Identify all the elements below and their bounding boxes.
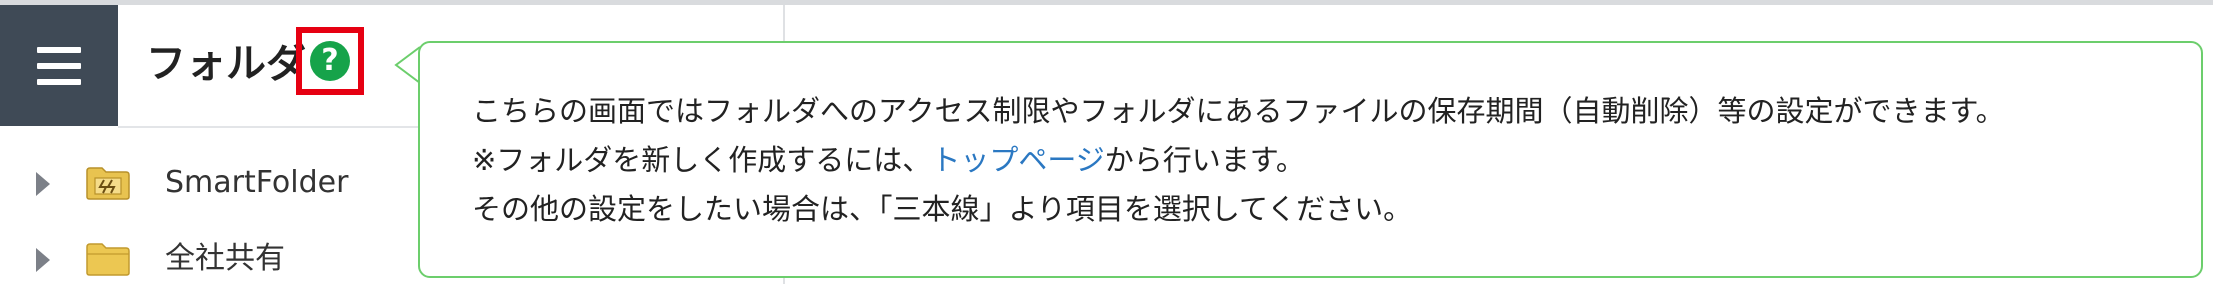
hamburger-menu-button[interactable] bbox=[0, 5, 118, 126]
page-title: フォルダ bbox=[146, 41, 306, 87]
sidebar-item-label: 全社共有 bbox=[165, 241, 285, 276]
tooltip-line-2: ※フォルダを新しく作成するには、トップページから行います。 bbox=[472, 140, 1305, 180]
help-icon[interactable]: ? bbox=[310, 41, 350, 81]
menu-bar-icon bbox=[37, 78, 81, 85]
tooltip-line-1: こちらの画面ではフォルダへのアクセス制限やフォルダにあるファイルの保存期間（自動… bbox=[472, 94, 2005, 128]
expand-caret-icon[interactable] bbox=[36, 172, 50, 196]
folder-icon bbox=[86, 243, 130, 276]
menu-bar-icon bbox=[37, 62, 81, 69]
tooltip-text: ※フォルダを新しく作成するには、 bbox=[472, 143, 932, 177]
top-page-link[interactable]: トップページ bbox=[931, 143, 1104, 177]
smart-folder-icon bbox=[86, 167, 130, 200]
sidebar-item-label: SmartFolder bbox=[165, 165, 349, 200]
help-tooltip: こちらの画面ではフォルダへのアクセス制限やフォルダにあるファイルの保存期間（自動… bbox=[418, 41, 2203, 278]
menu-bar-icon bbox=[37, 46, 81, 53]
expand-caret-icon[interactable] bbox=[36, 248, 50, 272]
tooltip-line-3: その他の設定をしたい場合は、「三本線」より項目を選択してください。 bbox=[472, 192, 1413, 226]
tooltip-text: から行います。 bbox=[1104, 143, 1305, 177]
help-highlight[interactable]: ? bbox=[296, 27, 364, 95]
